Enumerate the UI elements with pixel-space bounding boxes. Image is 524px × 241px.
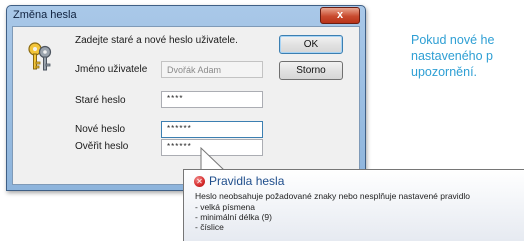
dialog-body: Zadejte staré a nové heslo uživatele. Jm… [12,26,360,185]
dialog-prompt: Zadejte staré a nové heslo uživatele. [75,35,238,46]
old-password-label: Staré heslo [75,95,126,106]
balloon-title: Pravidla hesla [209,174,285,188]
username-field: Dvořák Adam [161,61,263,78]
password-rules-balloon: ✕ Pravidla hesla Heslo neobsahuje požado… [183,169,524,241]
rules-list: - velká písmena - minimální délka (9) - … [195,202,272,232]
new-password-label: Nové heslo [75,124,126,135]
close-button[interactable]: x [320,7,360,24]
rule-item: - minimální délka (9) [195,212,272,222]
cancel-button[interactable]: Storno [279,61,343,80]
note-line: nastaveného p [411,49,494,63]
ok-button[interactable]: OK [279,35,343,54]
password-change-dialog: Změna hesla x Zadejte staré a nové heslo… [6,5,366,191]
new-password-field[interactable]: ****** [161,121,263,138]
confirm-password-label: Ověřit heslo [75,141,129,152]
note-line: upozornění. [411,65,478,79]
note-line: Pokud nové he [411,33,495,47]
side-note: Pokud nové he nastaveného p upozornění. [411,32,524,80]
dialog-title: Změna hesla [13,9,77,21]
username-label: Jméno uživatele [75,64,148,75]
error-icon: ✕ [194,176,205,187]
balloon-message: Heslo neobsahuje požadované znaky nebo n… [195,191,471,201]
title-bar[interactable]: Změna hesla x [7,6,365,26]
balloon-tail [200,147,225,171]
keys-icon [28,42,52,71]
rule-item: - číslice [195,222,224,232]
old-password-field[interactable]: **** [161,91,263,108]
rule-item: - velká písmena [195,202,255,212]
